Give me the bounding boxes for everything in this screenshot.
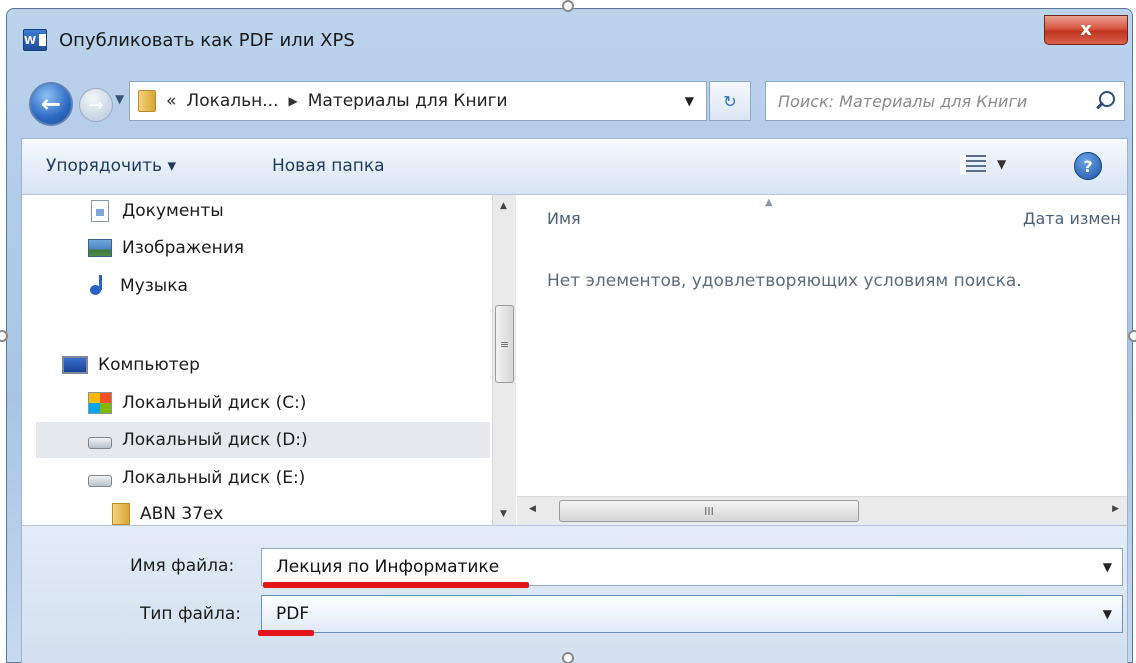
filetype-select[interactable]: PDF ▼ <box>261 595 1123 633</box>
help-icon[interactable]: ? <box>1074 152 1102 180</box>
tree-item-label: Изображения <box>122 238 245 258</box>
resize-handle-right[interactable] <box>1128 330 1136 342</box>
address-dropdown-icon[interactable]: ▼ <box>685 94 694 108</box>
view-dropdown-icon[interactable]: ▼ <box>997 157 1006 171</box>
save-options-panel: Имя файла: Лекция по Информатике ▼ Тип ф… <box>22 525 1127 663</box>
sort-arrow-icon: ▲ <box>765 197 773 208</box>
tree-item-label: Документы <box>122 201 224 221</box>
search-placeholder: Поиск: Материалы для Книги <box>778 91 1028 111</box>
scroll-thumb[interactable]: ≡ <box>495 305 514 383</box>
command-toolbar: Упорядочить ▾ Новая папка ▼ ? <box>22 139 1127 195</box>
filename-value: Лекция по Информатике <box>276 557 500 577</box>
pictures-icon <box>88 239 112 257</box>
file-list-horizontal-scrollbar[interactable]: ◀ III ▶ <box>517 496 1127 525</box>
dialog-content: Упорядочить ▾ Новая папка ▼ ? Документы … <box>21 138 1128 663</box>
tree-item-drive-c[interactable]: Локальный диск (C:) <box>88 385 306 421</box>
column-header-date[interactable]: Дата измен <box>1023 209 1127 228</box>
navigation-bar: ← → ▼ « Локальн... ▶ Материалы для Книги… <box>7 75 1132 137</box>
tree-item-computer[interactable]: Компьютер <box>62 347 200 383</box>
forward-button[interactable]: → <box>79 88 113 122</box>
breadcrumb-separator-icon[interactable]: ▶ <box>289 94 298 108</box>
filetype-annotation-underline <box>258 630 314 636</box>
documents-icon <box>91 200 109 222</box>
tree-item-music[interactable]: Музыка <box>88 268 188 304</box>
hard-drive-icon <box>88 475 112 487</box>
scroll-right-icon[interactable]: ▶ <box>1112 504 1119 514</box>
filename-annotation-underline <box>263 582 529 588</box>
new-folder-button[interactable]: Новая папка <box>272 156 385 176</box>
address-bar[interactable]: « Локальн... ▶ Материалы для Книги ▼ <box>129 81 707 121</box>
tree-item-label: Компьютер <box>98 355 200 375</box>
organize-button[interactable]: Упорядочить ▾ <box>46 156 176 176</box>
breadcrumb-overflow[interactable]: « <box>166 91 176 111</box>
tree-item-pictures[interactable]: Изображения <box>88 230 244 266</box>
tree-item-folder[interactable]: ABN 37ex <box>112 496 223 525</box>
resize-handle-bottom[interactable] <box>562 652 574 663</box>
dialog-window: W Опубликовать как PDF или XPS x ← → ▼ «… <box>6 8 1133 663</box>
folder-icon <box>112 503 130 525</box>
breadcrumb-item[interactable]: Материалы для Книги <box>308 91 508 111</box>
scroll-up-icon[interactable]: ▲ <box>500 201 507 211</box>
filetype-label: Тип файла: <box>140 604 241 624</box>
hard-drive-icon <box>88 437 112 449</box>
navigation-pane: Документы Изображения Музыка Компьютер Л… <box>22 195 492 525</box>
tree-item-label: ABN 37ex <box>140 504 224 524</box>
windows-drive-icon <box>88 392 112 414</box>
refresh-button[interactable]: ↻ <box>709 81 751 121</box>
back-button[interactable]: ← <box>29 82 73 126</box>
resize-handle-top[interactable] <box>562 0 574 12</box>
music-icon <box>88 275 110 297</box>
scroll-thumb[interactable]: III <box>559 500 859 522</box>
filetype-dropdown-icon[interactable]: ▼ <box>1103 607 1112 621</box>
file-list-pane: ▲ Имя Дата измен Нет элементов, удовлетв… <box>517 195 1127 495</box>
window-title: Опубликовать как PDF или XPS <box>59 30 355 51</box>
filename-input[interactable]: Лекция по Информатике ▼ <box>261 548 1123 586</box>
search-input[interactable]: Поиск: Материалы для Книги <box>765 81 1125 121</box>
tree-item-label: Локальный диск (E:) <box>122 468 306 488</box>
scroll-left-icon[interactable]: ◀ <box>529 504 536 514</box>
navigation-vertical-scrollbar[interactable]: ▲ ≡ ▼ <box>492 195 516 525</box>
breadcrumb-item[interactable]: Локальн... <box>186 91 278 111</box>
search-icon[interactable] <box>1094 90 1116 112</box>
tree-item-documents[interactable]: Документы <box>88 195 224 229</box>
tree-item-label: Локальный диск (D:) <box>122 430 308 450</box>
title-bar: W Опубликовать как PDF или XPS x <box>7 9 1132 71</box>
tree-item-label: Локальный диск (C:) <box>122 393 307 413</box>
tree-item-drive-d[interactable]: Локальный диск (D:) <box>36 422 490 458</box>
empty-list-message: Нет элементов, удовлетворяющих условиям … <box>547 271 1022 291</box>
column-header-name[interactable]: Имя <box>547 209 581 228</box>
view-options-icon[interactable] <box>960 155 986 175</box>
filename-dropdown-icon[interactable]: ▼ <box>1103 560 1112 574</box>
scroll-down-icon[interactable]: ▼ <box>500 509 507 519</box>
filetype-value: PDF <box>276 604 310 624</box>
folder-icon <box>138 90 156 112</box>
recent-pages-dropdown[interactable]: ▼ <box>115 92 124 106</box>
close-button[interactable]: x <box>1044 15 1128 45</box>
computer-icon <box>62 356 88 374</box>
filename-label: Имя файла: <box>130 556 235 576</box>
tree-item-label: Музыка <box>120 276 188 296</box>
word-app-icon: W <box>23 29 47 51</box>
tree-item-drive-e[interactable]: Локальный диск (E:) <box>88 460 305 496</box>
